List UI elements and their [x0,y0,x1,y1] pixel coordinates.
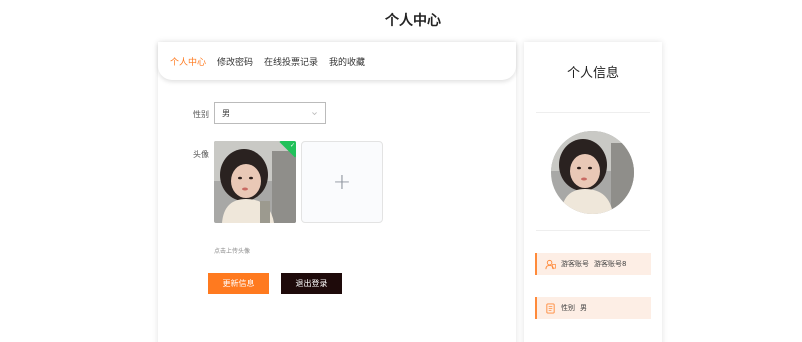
gender-label: 性别 [193,110,209,119]
tab-favorites[interactable]: 我的收藏 [329,55,365,68]
gender-info-row: 性别 男 [535,297,651,319]
check-icon: ✓ [289,142,295,149]
plus-icon: + [332,169,352,195]
logout-button[interactable]: 退出登录 [281,273,342,294]
page-title: 个人中心 [385,13,441,29]
upload-hint: 点击上传头像 [214,248,251,255]
divider [536,230,650,231]
profile-avatar-photo [551,131,634,214]
update-info-button[interactable]: 更新信息 [208,273,269,294]
avatar-upload-button[interactable]: + [301,141,383,223]
user-id-icon [545,259,556,269]
chevron-down-icon [312,112,317,116]
tab-bar: 个人中心 修改密码 在线投票记录 我的收藏 [158,42,516,80]
profile-info-title: 个人信息 [566,66,619,81]
account-info-row: 游客账号 游客账号8 [535,253,651,275]
gender-select[interactable]: 男 [214,102,326,124]
avatar-label: 头像 [193,150,209,159]
tab-vote-records[interactable]: 在线投票记录 [264,55,318,68]
avatar-photo [214,141,296,223]
tab-change-password[interactable]: 修改密码 [217,55,253,68]
divider [536,112,650,113]
gender-info-label: 性别 [561,304,575,312]
document-icon [546,302,555,314]
account-label: 游客账号 [561,260,589,268]
gender-info-value: 男 [580,304,587,312]
profile-avatar [551,131,634,214]
avatar-image[interactable]: ✓ [214,141,296,223]
gender-select-value: 男 [222,108,230,118]
tab-profile[interactable]: 个人中心 [170,55,206,68]
profile-info-card: 个人信息 游客账号 游客账号8 性别 男 [524,42,662,342]
account-value: 游客账号8 [594,260,627,268]
